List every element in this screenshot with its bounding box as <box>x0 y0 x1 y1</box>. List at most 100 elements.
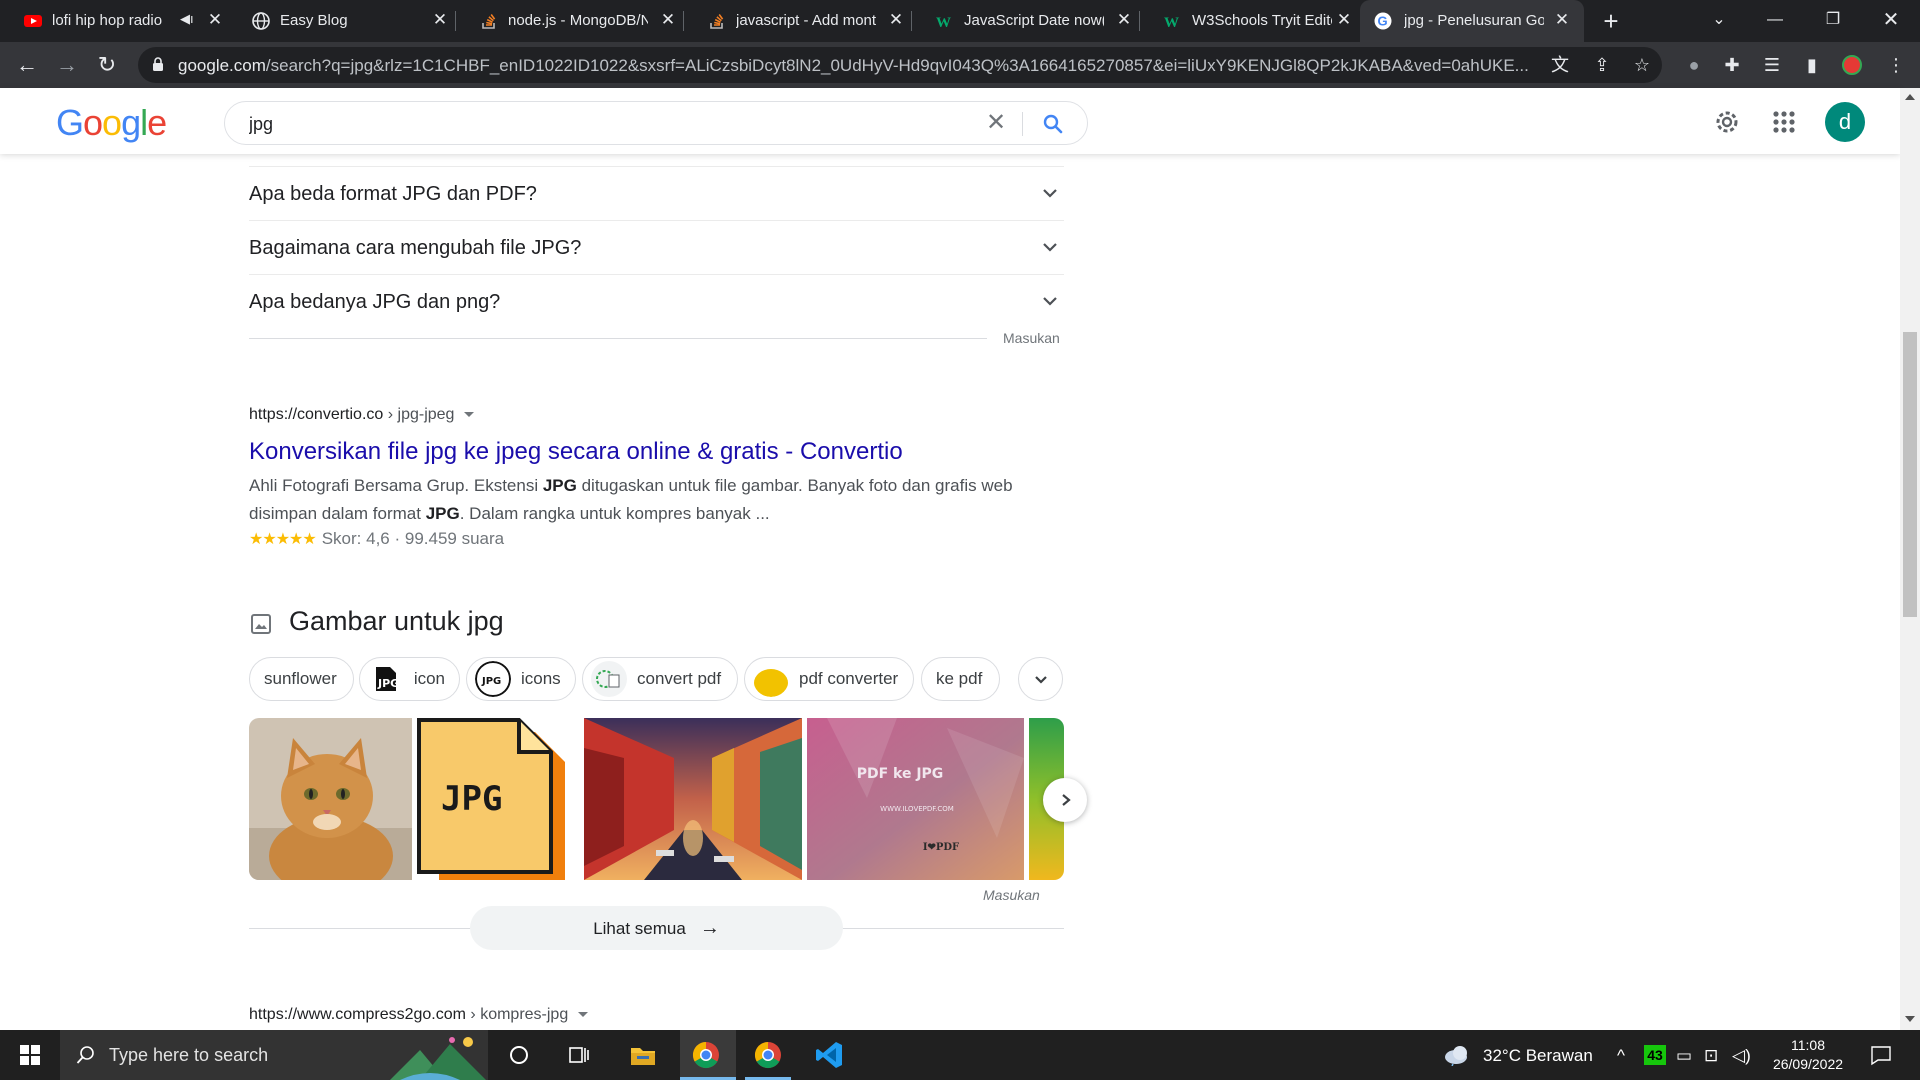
address-bar[interactable]: google.com/search?q=jpg&rlz=1C1CHBF_enID… <box>138 47 1662 83</box>
vscode-icon[interactable] <box>813 1039 845 1071</box>
google-logo[interactable]: Google <box>56 102 167 144</box>
tab-title: node.js - MongoDB/N <box>508 12 648 29</box>
paa-question-text: Bagaimana cara mengubah file JPG? <box>249 237 582 259</box>
result-menu-icon[interactable] <box>578 1012 589 1018</box>
volume-icon[interactable]: ◁) <box>1732 1046 1751 1066</box>
scroll-down-icon[interactable] <box>1905 1016 1915 1022</box>
close-tab-icon[interactable]: ✕ <box>430 10 450 30</box>
image-chip-ke-pdf[interactable]: ke pdf <box>921 657 1000 701</box>
image-result-canal[interactable] <box>584 718 802 880</box>
image-chip-icon[interactable]: JPG icon <box>359 657 460 701</box>
see-all-images-button[interactable]: Lihat semua → <box>470 906 843 950</box>
images-heading: Gambar untuk jpg <box>289 606 504 636</box>
close-tab-icon[interactable]: ✕ <box>1114 10 1134 30</box>
image-result-jpg-icon[interactable]: JPG <box>415 718 579 880</box>
close-window-button[interactable]: ✕ <box>1868 0 1914 42</box>
account-avatar[interactable]: d <box>1825 102 1865 142</box>
tray-overflow-icon[interactable]: ^ <box>1617 1046 1625 1066</box>
windows-logo-icon <box>20 1045 40 1065</box>
tab-nodejs-mongodb[interactable]: node.js - MongoDB/N ✕ <box>456 0 684 42</box>
google-apps-grid-icon[interactable] <box>1770 108 1798 136</box>
side-panel-icon[interactable]: ▮ <box>1800 53 1824 77</box>
reload-button[interactable]: ↻ <box>92 50 122 80</box>
extension-mic-icon[interactable]: ● <box>1682 53 1706 77</box>
task-view-icon[interactable] <box>563 1039 595 1071</box>
profile-icon[interactable] <box>1840 53 1864 77</box>
result-title-link[interactable]: Konversikan file jpg ke jpeg secara onli… <box>249 438 903 466</box>
notification-icon[interactable] <box>1870 1044 1892 1066</box>
image-result-cat[interactable] <box>249 718 412 880</box>
taskbar-clock[interactable]: 11:08 26/09/2022 <box>1760 1036 1856 1074</box>
back-button[interactable]: ← <box>12 50 42 80</box>
tab-search-icon[interactable]: ⌄ <box>1696 0 1742 42</box>
paa-question[interactable]: Apa beda format JPG dan PDF? <box>249 167 1064 221</box>
close-tab-icon[interactable]: ✕ <box>205 10 225 30</box>
minimize-button[interactable]: — <box>1752 0 1798 42</box>
battery-icon[interactable]: ▭ <box>1676 1046 1692 1066</box>
close-tab-icon[interactable]: ✕ <box>658 10 678 30</box>
cortana-icon[interactable] <box>503 1039 535 1071</box>
result-menu-icon[interactable] <box>464 412 475 418</box>
chip-thumbnail: JPG <box>475 661 511 697</box>
image-result-pdf-ke-jpg[interactable]: PDF ke JPG WWW.ILOVEPDF.COM I❤PDF <box>807 718 1024 880</box>
share-icon[interactable]: ⇪ <box>1590 53 1614 77</box>
url-text[interactable]: google.com/search?q=jpg&rlz=1C1CHBF_enID… <box>178 56 1658 76</box>
paa-question[interactable]: Apa bedanya JPG dan png? <box>249 275 1064 329</box>
translate-icon[interactable]: 文 <box>1548 53 1572 77</box>
paa-question[interactable]: Bagaimana cara mengubah file JPG? <box>249 221 1064 275</box>
settings-gear-icon[interactable] <box>1713 108 1741 136</box>
page-scrollbar[interactable] <box>1900 88 1920 1030</box>
bookmark-star-icon[interactable]: ☆ <box>1630 53 1654 77</box>
network-icon[interactable]: ⊡ <box>1704 1046 1718 1066</box>
tab-w3schools-tryit[interactable]: W W3Schools Tryit Edito ✕ <box>1140 0 1360 42</box>
battery-badge[interactable]: 43 <box>1644 1045 1666 1065</box>
scroll-up-icon[interactable] <box>1905 94 1915 100</box>
tab-javascript-add-month[interactable]: javascript - Add mont ✕ <box>684 0 912 42</box>
result-cite[interactable]: https://convertio.co › jpg-jpeg <box>249 406 475 424</box>
restore-button[interactable]: ❐ <box>1810 0 1856 42</box>
lock-icon[interactable] <box>152 57 164 71</box>
chip-label: ke pdf <box>936 669 983 688</box>
svg-text:W: W <box>936 15 951 30</box>
new-tab-button[interactable]: + <box>1596 6 1626 36</box>
taskbar-search-box[interactable]: Type here to search <box>60 1030 488 1080</box>
file-explorer-icon[interactable] <box>627 1039 659 1071</box>
weather-text[interactable]: 32°C Berawan <box>1483 1046 1593 1066</box>
image-chip-icons[interactable]: JPG icons <box>466 657 576 701</box>
chevron-down-icon <box>1043 297 1057 306</box>
chip-label: icon <box>413 669 445 688</box>
search-divider <box>1022 112 1023 136</box>
search-icon[interactable] <box>1041 112 1065 136</box>
image-chip-sunflower[interactable]: sunflower <box>249 657 354 701</box>
scrollbar-thumb[interactable] <box>1903 332 1917 617</box>
speaker-icon[interactable]: ◀ı <box>180 11 194 27</box>
forward-button[interactable]: → <box>52 50 82 80</box>
result-site: https://convertio.co <box>249 406 384 423</box>
images-next-button[interactable] <box>1043 778 1087 822</box>
chrome-menu-icon[interactable]: ⋮ <box>1884 53 1908 77</box>
tab-easy-blog[interactable]: Easy Blog ✕ <box>228 0 456 42</box>
paa-feedback-link[interactable]: Masukan <box>1003 330 1060 346</box>
image-chip-pdf-converter[interactable]: pdf converter <box>744 657 914 701</box>
image-chip-convert-pdf[interactable]: convert pdf <box>582 657 738 701</box>
images-feedback-link[interactable]: Masukan <box>983 887 1040 903</box>
banner-title: PDF ke JPG <box>857 766 944 782</box>
cat-photo <box>249 718 412 880</box>
chrome-taskbar-icon[interactable] <box>690 1039 722 1071</box>
image-icon <box>251 614 271 634</box>
tab-jpg-google-search[interactable]: G jpg - Penelusuran Goo ✕ <box>1360 0 1584 42</box>
close-tab-icon[interactable]: ✕ <box>886 10 906 30</box>
close-tab-icon[interactable]: ✕ <box>1334 10 1354 30</box>
close-tab-icon[interactable]: ✕ <box>1552 10 1572 30</box>
result-cite[interactable]: https://www.compress2go.com › kompres-jp… <box>249 1006 589 1024</box>
media-queue-icon[interactable]: ☰ <box>1760 53 1784 77</box>
extensions-puzzle-icon[interactable]: ✚ <box>1720 53 1744 77</box>
tab-javascript-date-now[interactable]: W JavaScript Date now() ✕ <box>912 0 1140 42</box>
more-chips-button[interactable] <box>1018 657 1063 701</box>
clear-search-icon[interactable]: ✕ <box>983 110 1009 136</box>
cloud-weather-icon[interactable] <box>1443 1044 1473 1066</box>
chrome-profile-taskbar-icon[interactable] <box>752 1039 784 1071</box>
windows-start-button[interactable] <box>0 1030 60 1080</box>
tab-lofi[interactable]: lofi hip hop radio ◀ı ✕ <box>0 0 228 42</box>
search-input[interactable] <box>249 112 949 136</box>
